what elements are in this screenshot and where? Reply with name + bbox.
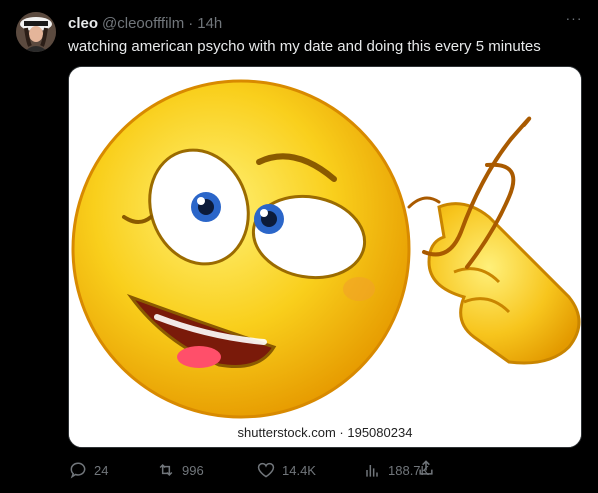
tweet-media[interactable]: shutterstock.com · 195080234	[68, 66, 582, 448]
analytics-icon	[362, 460, 382, 480]
share-icon[interactable]	[416, 458, 436, 478]
reply-button[interactable]: 24	[68, 460, 108, 480]
tweet-header: cleo @cleoofffilm · 14h	[68, 13, 582, 33]
like-button[interactable]: 14.4K	[256, 460, 316, 480]
heart-icon	[256, 460, 276, 480]
like-count: 14.4K	[282, 462, 316, 478]
tweet-text: watching american psycho with my date an…	[68, 38, 541, 55]
author-name[interactable]: cleo	[68, 15, 98, 32]
emoji-image	[69, 67, 581, 447]
separator-dot: ·	[188, 14, 194, 32]
reply-bubble-icon	[68, 460, 88, 480]
image-watermark: shutterstock.com · 195080234	[237, 425, 413, 440]
repost-button[interactable]: 996	[156, 460, 204, 480]
reply-count: 24	[94, 462, 109, 478]
avatar-image	[16, 12, 56, 52]
repost-count: 996	[182, 462, 204, 478]
timestamp[interactable]: 14h	[197, 15, 222, 32]
tweet[interactable]: cleo @cleoofffilm · 14h ··· watching ame…	[0, 0, 598, 493]
author-handle[interactable]: @cleoofffilm	[102, 15, 184, 32]
avatar[interactable]	[16, 12, 56, 52]
repost-icon	[156, 460, 176, 480]
more-dots-icon[interactable]: ···	[562, 11, 586, 32]
